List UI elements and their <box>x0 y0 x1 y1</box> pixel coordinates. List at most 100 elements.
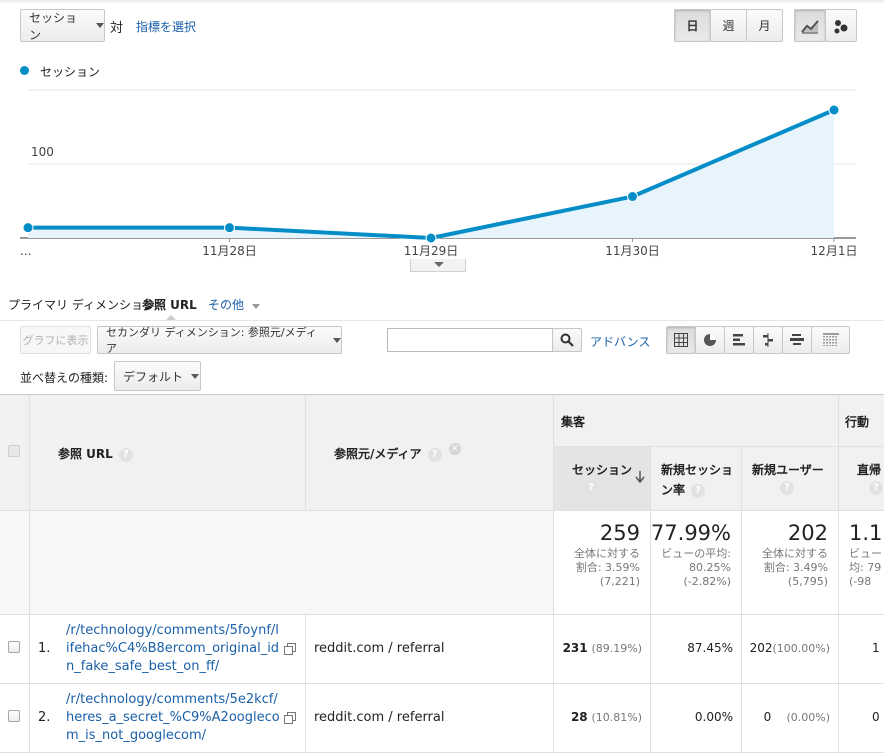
remove-dimension-icon[interactable]: × <box>449 443 461 455</box>
row-checkbox[interactable] <box>8 641 20 653</box>
other-label: その他 <box>208 298 245 312</box>
primary-dimension-other[interactable]: その他 <box>208 296 261 313</box>
external-link-icon[interactable] <box>284 712 296 724</box>
column-header-url: 参照 URL? <box>58 445 133 462</box>
totals-bounce-sub: ビュー 均: 79 (-98 <box>849 547 882 589</box>
line-chart-icon <box>801 19 819 33</box>
row-url-cell: 1. /r/technology/comments/5foynf/lifehac… <box>30 615 306 684</box>
sub-line: (7,221) <box>599 575 640 588</box>
x-tick-label: 11月29日 <box>404 244 459 258</box>
table-search-input[interactable] <box>387 328 553 352</box>
row-index: 1. <box>38 641 51 656</box>
table-row <box>0 615 30 684</box>
view-table-button[interactable] <box>666 326 696 354</box>
row-index: 2. <box>38 710 51 725</box>
row-bounce-cell: 1 <box>839 615 884 684</box>
column-header-new-sessions[interactable]: 新規セッショ ン率? <box>651 447 742 511</box>
totals-new-rate-value: 77.99% <box>650 521 731 545</box>
legend-dot <box>20 66 29 75</box>
term-cloud-icon <box>790 334 804 345</box>
row-url-link[interactable]: /r/technology/comments/5e2kcf/heres_a_se… <box>66 691 280 745</box>
help-icon[interactable]: ? <box>780 481 794 495</box>
row-new-users-pct: (100.00%) <box>772 642 830 655</box>
row-url-link[interactable]: /r/technology/comments/5foynf/lifehac%C4… <box>66 622 280 676</box>
chevron-down-icon <box>191 373 200 379</box>
column-header-sessions[interactable]: セッション ? <box>554 447 651 511</box>
chevron-down-icon <box>252 304 261 309</box>
secondary-dimension-label: セカンダリ ディメンション: 参照元/メディア <box>106 326 317 355</box>
help-icon[interactable]: ? <box>118 447 133 462</box>
row-new-users-value: 0 <box>763 710 772 724</box>
metric-select[interactable]: セッション <box>20 9 105 42</box>
sub-line: (5,795) <box>787 575 828 588</box>
sort-descending-icon <box>635 471 645 483</box>
view-pivot-button[interactable] <box>811 326 850 354</box>
totals-sessions-value: 259 <box>599 521 640 545</box>
row-new-users-cell: 202(100.00%) <box>742 615 839 684</box>
sub-line: (-2.82%) <box>683 575 732 588</box>
row-bounce-cell: 0 <box>839 684 884 753</box>
period-day-label: 日 <box>686 19 699 33</box>
series-area <box>28 109 834 238</box>
view-performance-button[interactable] <box>724 326 754 354</box>
sort-value: デフォルト <box>123 369 184 384</box>
motion-chart-button[interactable] <box>825 9 857 42</box>
plot-rows-button[interactable]: グラフに表示 <box>20 326 91 354</box>
sort-label: 並べ替えの種類: <box>20 371 109 385</box>
view-pie-button[interactable] <box>695 326 725 354</box>
row-new-rate: 0.00% <box>694 710 733 724</box>
help-icon[interactable]: ? <box>869 481 883 495</box>
column-header-source-label: 参照元/メディア <box>334 447 422 461</box>
row-checkbox[interactable] <box>8 710 20 722</box>
chevron-down-icon <box>96 23 104 28</box>
column-header-sessions-label: セッション <box>572 463 633 477</box>
legend-label: セッション <box>40 65 101 79</box>
sub-line: 全体に対する <box>574 547 640 560</box>
view-comparison-button[interactable] <box>753 326 783 354</box>
plot-rows-label: グラフに表示 <box>22 334 89 347</box>
row-sessions: 28 (10.81%) <box>571 710 642 724</box>
pivot-view-icon <box>822 333 839 346</box>
x-tick-label: 11月30日 <box>605 244 660 258</box>
column-header-bounce[interactable]: 直帰 ? <box>839 447 884 511</box>
primary-dimension-label: プライマリ ディメンション: <box>8 298 160 312</box>
totals-new-users-sub: 全体に対する 割合: 3.49% (5,795) <box>762 547 828 589</box>
sub-line: (-98 <box>849 575 872 588</box>
external-link-icon[interactable] <box>284 643 296 655</box>
header-checkbox-cell <box>0 395 30 511</box>
data-point <box>627 191 638 203</box>
secondary-dimension-select[interactable]: セカンダリ ディメンション: 参照元/メディア <box>97 326 342 355</box>
header-url-cell[interactable]: 参照 URL? <box>30 395 306 511</box>
column-header-new-users[interactable]: 新規ユーザー ? <box>742 447 839 511</box>
totals-sessions-sub: 全体に対する 割合: 3.59% (7,221) <box>574 547 640 589</box>
sort-select[interactable]: デフォルト <box>114 361 201 391</box>
bubble-chart-icon <box>834 19 848 33</box>
row-sessions-pct: (89.19%) <box>591 642 642 655</box>
search-button[interactable] <box>552 328 582 352</box>
select-metric-link[interactable]: 指標を選択 <box>136 18 196 35</box>
period-day-button[interactable]: 日 <box>674 9 711 42</box>
data-point <box>22 222 34 234</box>
totals-check-cell <box>0 511 30 615</box>
line-chart-button[interactable] <box>794 9 826 42</box>
sub-line: 全体に対する <box>762 547 828 560</box>
totals-label-cell <box>30 511 554 615</box>
view-termcloud-button[interactable] <box>782 326 812 354</box>
period-month-button[interactable]: 月 <box>746 9 783 42</box>
chart-collapse-tab[interactable] <box>410 259 466 272</box>
help-icon[interactable]: ? <box>691 483 706 498</box>
advanced-link[interactable]: アドバンス <box>590 333 650 350</box>
row-source[interactable]: reddit.com / referral <box>314 641 444 656</box>
header-source-cell[interactable]: 参照元/メディア? × <box>306 395 554 511</box>
row-source[interactable]: reddit.com / referral <box>314 710 444 725</box>
group-behavior: 行動 <box>839 395 884 447</box>
chevron-down-icon <box>434 262 444 267</box>
comparison-view-icon <box>763 333 773 347</box>
help-icon[interactable]: ? <box>427 447 442 462</box>
row-new-users-pct: (0.00%) <box>786 711 830 724</box>
period-week-button[interactable]: 週 <box>710 9 747 42</box>
bar-view-icon <box>733 334 745 346</box>
primary-dimension-active[interactable]: 参照 URL <box>142 296 197 313</box>
select-all-checkbox[interactable] <box>8 445 20 457</box>
help-icon[interactable]: ? <box>584 481 598 495</box>
